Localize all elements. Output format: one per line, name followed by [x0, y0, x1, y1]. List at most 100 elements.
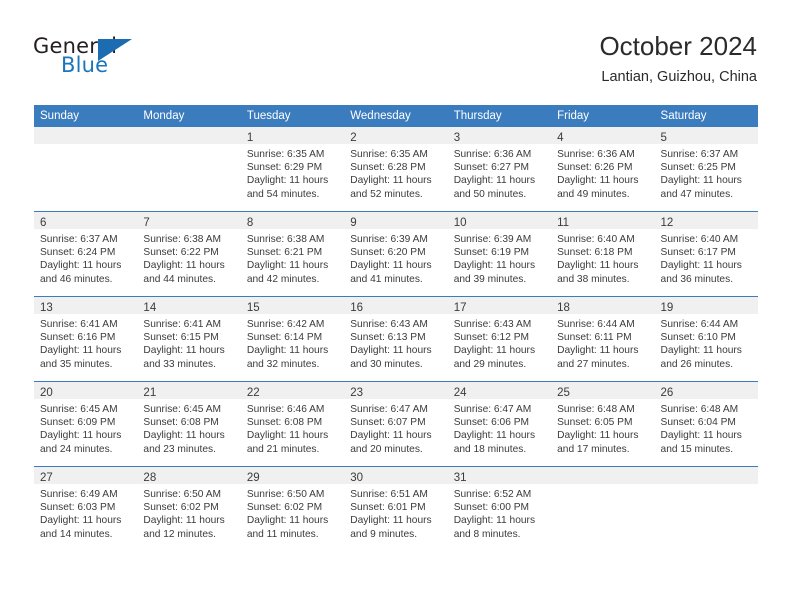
calendar-day-cell[interactable]: 11 Sunrise: 6:40 AM Sunset: 6:18 PM Dayligh…	[551, 211, 655, 297]
day-number-band: 4	[551, 127, 655, 144]
sun-info-daylight2: and 29 minutes.	[453, 358, 527, 370]
day-number: 31	[453, 472, 467, 484]
sun-info-sunset: Sunset: 6:05 PM	[557, 417, 633, 429]
calendar-day-cell[interactable]: 16 Sunrise: 6:43 AM Sunset: 6:13 PM Dayligh…	[344, 296, 448, 382]
day-cell-content: 13 Sunrise: 6:41 AM Sunset: 6:16 PM Dayligh…	[34, 297, 138, 381]
calendar-day-cell[interactable]: 18 Sunrise: 6:44 AM Sunset: 6:11 PM Dayligh…	[551, 296, 655, 382]
sun-info-daylight1: Daylight: 11 hours	[557, 345, 639, 357]
calendar-day-cell[interactable]: 8 Sunrise: 6:38 AM Sunset: 6:21 PM Daylight…	[240, 211, 345, 297]
sun-info-daylight1: Daylight: 11 hours	[143, 260, 225, 272]
day-cell-content: 27 Sunrise: 6:49 AM Sunset: 6:03 PM Dayligh…	[34, 467, 138, 551]
day-cell-content: 12 Sunrise: 6:40 AM Sunset: 6:17 PM Dayligh…	[654, 212, 758, 296]
calendar-day-cell[interactable]: 28 Sunrise: 6:50 AM Sunset: 6:02 PM Dayligh…	[137, 466, 241, 551]
day-sun-info: Sunrise: 6:46 AM Sunset: 6:08 PM Daylight:…	[241, 399, 344, 456]
sun-info-daylight2: and 46 minutes.	[40, 273, 113, 285]
sun-info-daylight2: and 24 minutes.	[40, 443, 113, 455]
sun-info-sunrise: Sunrise: 6:43 AM	[350, 319, 428, 330]
day-cell-content: 22 Sunrise: 6:46 AM Sunset: 6:08 PM Dayligh…	[240, 382, 345, 466]
calendar-day-cell[interactable]: 21 Sunrise: 6:45 AM Sunset: 6:08 PM Dayligh…	[137, 381, 241, 467]
sun-info-daylight2: and 39 minutes.	[453, 273, 527, 285]
sun-info-sunrise: Sunrise: 6:42 AM	[246, 319, 325, 330]
weekday-header-thursday: Thursday	[447, 105, 552, 127]
calendar-day-cell[interactable]: 3 Sunrise: 6:36 AM Sunset: 6:27 PM Daylight…	[447, 127, 552, 212]
calendar-day-cell[interactable]: 14 Sunrise: 6:41 AM Sunset: 6:15 PM Dayligh…	[137, 296, 241, 382]
calendar-day-cell[interactable]: 17 Sunrise: 6:43 AM Sunset: 6:12 PM Dayligh…	[447, 296, 552, 382]
calendar-week-row: 1 Sunrise: 6:35 AM Sunset: 6:29 PM Daylight…	[34, 127, 758, 212]
calendar-day-cell[interactable]: 25 Sunrise: 6:48 AM Sunset: 6:05 PM Dayligh…	[551, 381, 655, 467]
day-sun-info: Sunrise: 6:51 AM Sunset: 6:01 PM Daylight:…	[344, 484, 447, 541]
day-number: 20	[40, 387, 53, 399]
day-sun-info: Sunrise: 6:42 AM Sunset: 6:14 PM Daylight:…	[241, 314, 344, 371]
sun-info-sunset: Sunset: 6:14 PM	[246, 332, 323, 344]
calendar-day-cell[interactable]: 2 Sunrise: 6:35 AM Sunset: 6:28 PM Daylight…	[344, 127, 448, 212]
sun-info-sunrise: Sunrise: 6:41 AM	[40, 319, 118, 330]
sun-info-daylight2: and 49 minutes.	[557, 188, 630, 200]
day-number-band: 30	[344, 467, 448, 484]
day-cell-content: 7 Sunrise: 6:38 AM Sunset: 6:22 PM Daylight…	[137, 212, 241, 296]
day-cell-content: 5 Sunrise: 6:37 AM Sunset: 6:25 PM Daylight…	[654, 127, 758, 211]
sun-info-sunrise: Sunrise: 6:39 AM	[350, 234, 428, 245]
calendar-week-row: 6 Sunrise: 6:37 AM Sunset: 6:24 PM Daylight…	[34, 211, 758, 297]
sun-info-sunrise: Sunrise: 6:35 AM	[350, 149, 428, 160]
calendar-day-cell[interactable]: 23 Sunrise: 6:47 AM Sunset: 6:07 PM Dayligh…	[344, 381, 448, 467]
sun-info-daylight2: and 32 minutes.	[246, 358, 320, 370]
sun-info-sunset: Sunset: 6:24 PM	[40, 247, 116, 259]
day-cell-content: 28 Sunrise: 6:50 AM Sunset: 6:02 PM Dayligh…	[137, 467, 241, 551]
sun-info-sunset: Sunset: 6:03 PM	[40, 502, 116, 514]
calendar-day-cell[interactable]: 6 Sunrise: 6:37 AM Sunset: 6:24 PM Daylight…	[34, 211, 138, 297]
day-number-band: 23	[344, 382, 448, 399]
day-sun-info: Sunrise: 6:37 AM Sunset: 6:25 PM Daylight:…	[655, 144, 758, 201]
calendar-day-cell[interactable]: 1 Sunrise: 6:35 AM Sunset: 6:29 PM Daylight…	[240, 127, 345, 212]
sun-info-sunrise: Sunrise: 6:45 AM	[40, 404, 118, 415]
day-number: 10	[453, 217, 467, 229]
calendar-day-cell[interactable]: 29 Sunrise: 6:50 AM Sunset: 6:02 PM Dayligh…	[240, 466, 345, 551]
day-sun-info: Sunrise: 6:40 AM Sunset: 6:18 PM Daylight:…	[551, 229, 654, 286]
day-cell-content: 6 Sunrise: 6:37 AM Sunset: 6:24 PM Daylight…	[34, 212, 138, 296]
sun-info-sunset: Sunset: 6:17 PM	[660, 247, 736, 259]
calendar-day-cell[interactable]: 10 Sunrise: 6:39 AM Sunset: 6:19 PM Dayligh…	[447, 211, 552, 297]
day-number-band: 29	[240, 467, 345, 484]
sun-info-sunrise: Sunrise: 6:39 AM	[453, 234, 532, 245]
day-number: 28	[143, 472, 157, 484]
day-number: 26	[660, 387, 674, 399]
sun-info-sunset: Sunset: 6:22 PM	[143, 247, 219, 259]
calendar-day-cell	[34, 127, 138, 212]
calendar-day-cell[interactable]: 9 Sunrise: 6:39 AM Sunset: 6:20 PM Daylight…	[344, 211, 448, 297]
calendar-day-cell[interactable]: 30 Sunrise: 6:51 AM Sunset: 6:01 PM Dayligh…	[344, 466, 448, 551]
calendar-day-cell[interactable]: 26 Sunrise: 6:48 AM Sunset: 6:04 PM Dayligh…	[654, 381, 758, 467]
calendar-day-cell[interactable]: 24 Sunrise: 6:47 AM Sunset: 6:06 PM Dayligh…	[447, 381, 552, 467]
general-blue-logo: General Blue	[33, 34, 213, 84]
location-subtitle: Lantian, Guizhou, China	[601, 69, 757, 85]
calendar-day-cell[interactable]: 27 Sunrise: 6:49 AM Sunset: 6:03 PM Dayligh…	[34, 466, 138, 551]
day-cell-content: 9 Sunrise: 6:39 AM Sunset: 6:20 PM Daylight…	[344, 212, 448, 296]
page-title: October 2024	[599, 31, 757, 61]
calendar-day-cell[interactable]: 20 Sunrise: 6:45 AM Sunset: 6:09 PM Dayligh…	[34, 381, 138, 467]
sun-info-sunset: Sunset: 6:00 PM	[453, 502, 530, 514]
calendar-day-cell[interactable]: 19 Sunrise: 6:44 AM Sunset: 6:10 PM Dayligh…	[654, 296, 758, 382]
day-cell-content	[137, 127, 241, 211]
calendar-day-cell[interactable]: 22 Sunrise: 6:46 AM Sunset: 6:08 PM Dayligh…	[240, 381, 345, 467]
calendar-day-cell[interactable]: 15 Sunrise: 6:42 AM Sunset: 6:14 PM Dayligh…	[240, 296, 345, 382]
day-number-band: 27	[34, 467, 138, 484]
day-cell-content	[34, 127, 138, 211]
day-number-band: 20	[34, 382, 138, 399]
weekday-header-sunday: Sunday	[34, 105, 138, 127]
day-number: 29	[246, 472, 260, 484]
day-number: 23	[350, 387, 364, 399]
sun-info-sunrise: Sunrise: 6:44 AM	[660, 319, 739, 330]
day-sun-info: Sunrise: 6:38 AM Sunset: 6:22 PM Daylight:…	[137, 229, 240, 286]
calendar-day-cell[interactable]: 4 Sunrise: 6:36 AM Sunset: 6:26 PM Daylight…	[551, 127, 655, 212]
sun-info-sunrise: Sunrise: 6:38 AM	[246, 234, 325, 245]
sun-info-daylight1: Daylight: 11 hours	[557, 175, 639, 187]
sun-info-sunrise: Sunrise: 6:52 AM	[453, 489, 532, 500]
sun-info-sunrise: Sunrise: 6:35 AM	[246, 149, 325, 160]
sun-info-sunrise: Sunrise: 6:47 AM	[350, 404, 428, 415]
calendar-day-cell[interactable]: 7 Sunrise: 6:38 AM Sunset: 6:22 PM Daylight…	[137, 211, 241, 297]
calendar-day-cell[interactable]: 13 Sunrise: 6:41 AM Sunset: 6:16 PM Dayligh…	[34, 296, 138, 382]
sun-info-sunrise: Sunrise: 6:36 AM	[453, 149, 532, 160]
day-number-band: 26	[654, 382, 758, 399]
calendar-day-cell[interactable]: 5 Sunrise: 6:37 AM Sunset: 6:25 PM Daylight…	[654, 127, 758, 212]
calendar-day-cell[interactable]: 12 Sunrise: 6:40 AM Sunset: 6:17 PM Dayligh…	[654, 211, 758, 297]
day-number-band	[137, 127, 241, 144]
calendar-day-cell[interactable]: 31 Sunrise: 6:52 AM Sunset: 6:00 PM Dayligh…	[447, 466, 552, 551]
